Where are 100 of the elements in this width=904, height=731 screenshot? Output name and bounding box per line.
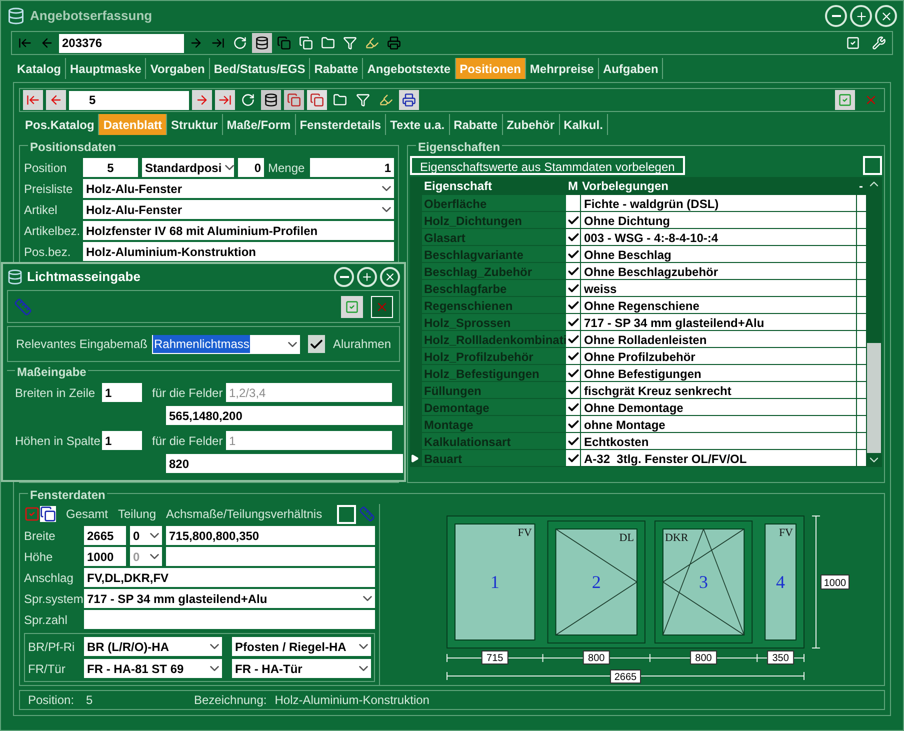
table-cell[interactable]	[566, 348, 580, 364]
table-cell[interactable]	[566, 195, 580, 211]
tab[interactable]: Kalkul.	[560, 114, 608, 135]
tab[interactable]: Fensterdetails	[296, 114, 386, 135]
position-type-select[interactable]: Standardposi	[142, 158, 234, 177]
values-field[interactable]: 820	[166, 454, 403, 473]
tab[interactable]: Mehrpreise	[526, 58, 599, 79]
table-row[interactable]: Holz_Befestigungen Ohne Befestigungen	[410, 365, 866, 382]
next-position-button[interactable]	[192, 90, 212, 110]
confirm-button[interactable]	[341, 296, 363, 318]
profile-select[interactable]: FR - HA-81 ST 69	[84, 659, 222, 678]
table-cell[interactable]	[566, 382, 580, 398]
sprossen-zahl-field[interactable]	[84, 610, 375, 629]
record-field[interactable]: 203376	[59, 34, 184, 52]
axes-field[interactable]: 715,800,800,350	[166, 526, 375, 545]
menge-field[interactable]: 1	[310, 158, 394, 177]
profile-select[interactable]: FR - HA-Tür	[232, 659, 371, 678]
first-position-button[interactable]	[23, 90, 43, 110]
table-row[interactable]: Kalkulationsart Echtkosten	[410, 433, 866, 450]
table-cell[interactable]	[566, 229, 580, 245]
close-button[interactable]	[875, 5, 897, 27]
table-row[interactable]: Beschlagfarbe weiss	[410, 280, 866, 297]
cancel-button[interactable]	[371, 296, 393, 318]
table-row[interactable]: Holz_Sprossen 717 - SP 34 mm glasteilend+Alu	[410, 314, 866, 331]
close-button[interactable]	[380, 267, 400, 287]
tab[interactable]: Rabatte	[310, 58, 364, 79]
tab[interactable]: Aufgaben	[598, 58, 664, 79]
table-cell[interactable]	[566, 399, 580, 415]
table-cell[interactable]	[566, 416, 580, 432]
maximize-button[interactable]	[850, 5, 872, 27]
sprossen-system-select[interactable]: 717 - SP 34 mm glasteilend+Alu	[84, 589, 375, 608]
table-cell[interactable]	[566, 331, 580, 347]
last-position-button[interactable]	[215, 90, 235, 110]
count-field[interactable]: 1	[102, 431, 142, 450]
tab[interactable]: Maße/Form	[222, 114, 296, 135]
total-field[interactable]: 1000	[84, 547, 126, 566]
row-select[interactable]: Holz-Alu-Fenster	[83, 200, 394, 219]
copy-button[interactable]	[284, 90, 304, 110]
table-row[interactable]: Holz_Profilzubehör Ohne Profilzubehör	[410, 348, 866, 365]
table-row[interactable]: Demontage Ohne Demontage	[410, 399, 866, 416]
square-button[interactable]	[863, 156, 882, 175]
square-button[interactable]	[337, 504, 356, 524]
row-field[interactable]: Holz-Aluminium-Konstruktion	[83, 242, 394, 261]
axes-field[interactable]	[166, 547, 375, 566]
division-select[interactable]: 0	[130, 526, 162, 545]
database-button[interactable]	[252, 33, 272, 53]
table-row[interactable]: Montage ohne Montage	[410, 416, 866, 433]
profile-select[interactable]: Pfosten / Riegel-HA	[232, 637, 371, 656]
count-field[interactable]: 1	[102, 383, 142, 402]
status-value: Holz-Aluminium-Konstruktion	[274, 692, 430, 709]
database-button[interactable]	[261, 90, 281, 110]
minimize-button[interactable]	[825, 5, 847, 27]
alurahmen-checkbox[interactable]	[308, 335, 325, 353]
tab[interactable]: Rabatte	[450, 114, 503, 135]
table-row[interactable]: Oberfläche Fichte - waldgrün (DSL)	[410, 195, 866, 212]
print-button[interactable]	[399, 90, 419, 110]
preset-button[interactable]: Eigenschaftswerte aus Stammdaten vorbelegen	[410, 156, 685, 175]
arrow-right-icon	[195, 93, 209, 107]
tab[interactable]: Hauptmaske	[66, 58, 146, 79]
total-field[interactable]: 2665	[84, 526, 126, 545]
tab[interactable]: Texte u.a.	[386, 114, 450, 135]
table-cell[interactable]	[566, 246, 580, 262]
table-cell[interactable]	[566, 433, 580, 449]
tab[interactable]: Vorgaben	[146, 58, 210, 79]
table-cell[interactable]	[566, 280, 580, 296]
tab[interactable]: Zubehör	[502, 114, 560, 135]
anschlag-field[interactable]: FV,DL,DKR,FV	[84, 568, 375, 587]
table-cell[interactable]	[566, 263, 580, 279]
row-indicator[interactable]	[410, 450, 422, 466]
table-row[interactable]: Holz_Rollladenkombinati Ohne Rolladenleisten	[410, 331, 866, 348]
scrollbar[interactable]	[866, 177, 882, 467]
table-row[interactable]: Regenschienen Ohne Regenschiene	[410, 297, 866, 314]
count-field[interactable]: 0	[238, 158, 264, 177]
position-field[interactable]: 5	[69, 90, 189, 110]
tab[interactable]: Bed/Status/EGS	[210, 58, 310, 79]
table-row[interactable]: Bauart A-32 3tlg. Fenster OL/FV/OL	[410, 450, 866, 467]
previous-position-button[interactable]	[46, 90, 66, 110]
profile-select[interactable]: BR (L/R/O)-HA	[84, 637, 222, 656]
table-row[interactable]: Beschlagvariante Ohne Beschlag	[410, 246, 866, 263]
maximize-button[interactable]	[357, 267, 377, 287]
scrollbar-thumb[interactable]	[867, 343, 881, 453]
row-select[interactable]: Holz-Alu-Fenster	[83, 179, 394, 198]
eingabemass-select[interactable]: Rahmenlichtmass	[152, 334, 300, 354]
table-cell[interactable]	[566, 314, 580, 330]
table-cell[interactable]	[566, 450, 580, 466]
row-field[interactable]: Holzfenster IV 68 mit Aluminium-Profilen	[83, 221, 394, 240]
position-number-field[interactable]: 5	[83, 158, 138, 177]
table-cell[interactable]	[566, 297, 580, 313]
table-row[interactable]: Holz_Dichtungen Ohne Dichtung	[410, 212, 866, 229]
table-cell: Regenschienen	[422, 297, 566, 313]
table-row[interactable]: Füllungen fischgrät Kreuz senkrecht	[410, 382, 866, 399]
table-row[interactable]: Beschlag_Zubehör Ohne Beschlagzubehör	[410, 263, 866, 280]
duplicate-button[interactable]	[307, 90, 327, 110]
table-cell[interactable]	[566, 365, 580, 381]
table-row[interactable]: Glasart 003 - WSG - 4:-8-4-10-:4	[410, 229, 866, 246]
tab[interactable]: Struktur	[167, 114, 223, 135]
tab[interactable]: Katalog	[13, 58, 66, 79]
values-field[interactable]: 565,1480,200	[166, 406, 403, 425]
minimize-button[interactable]	[334, 267, 354, 287]
table-cell[interactable]	[566, 212, 580, 228]
